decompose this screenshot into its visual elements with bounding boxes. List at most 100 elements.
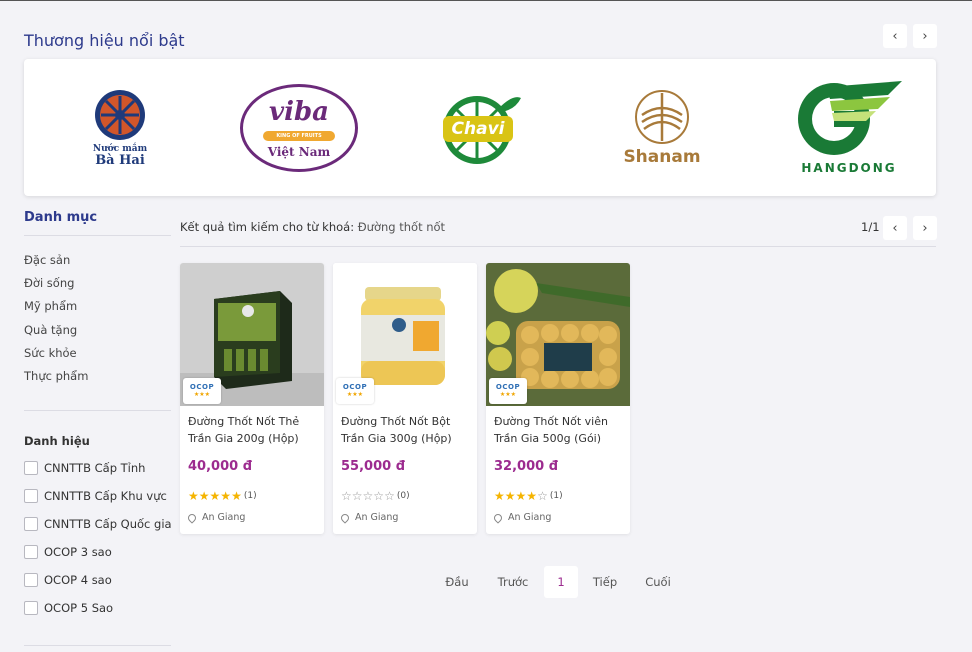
ocop-badge: OCOP ★★★ xyxy=(336,378,374,404)
results-prev-button[interactable]: ‹ xyxy=(883,216,907,240)
ba-hai-emblem-icon xyxy=(94,90,145,140)
divider xyxy=(24,645,171,646)
brand-logo-chavi[interactable]: Chavi xyxy=(436,59,526,196)
star-outline-icon: ☆ xyxy=(373,489,385,503)
ocop-badge: OCOP ★★★ xyxy=(183,378,221,404)
categories-title: Danh mục xyxy=(24,210,98,225)
star-outline-icon: ☆ xyxy=(341,489,352,503)
category-doi-song[interactable]: Đời sống xyxy=(24,276,74,290)
category-qua-tang[interactable]: Quà tặng xyxy=(24,323,77,337)
product-name[interactable]: Đường Thốt Nốt viên Trần Gia 500g (Gói) xyxy=(494,413,624,447)
product-price: 55,000 đ xyxy=(341,459,405,474)
location-pin-icon xyxy=(186,511,198,524)
filter-ocop-5-sao[interactable]: OCOP 5 Sao xyxy=(24,601,113,615)
star-outline-icon: ☆ xyxy=(362,489,374,503)
brand-viba-tagline: KING OF FRUITS xyxy=(263,130,335,141)
category-suc-khoe[interactable]: Sức khỏe xyxy=(24,346,77,360)
filter-label: OCOP 4 sao xyxy=(44,573,112,587)
product-name[interactable]: Đường Thốt Nốt Thẻ Trần Gia 200g (Hộp) xyxy=(188,413,318,447)
location-pin-icon xyxy=(492,511,504,524)
product-price: 40,000 đ xyxy=(188,459,252,474)
filter-label: OCOP 5 Sao xyxy=(44,601,114,615)
pager-next[interactable]: Tiếp xyxy=(586,566,624,598)
chevron-left-icon: ‹ xyxy=(892,220,898,236)
search-result-label: Kết quả tìm kiếm cho từ khoá: Đường thốt… xyxy=(180,220,445,234)
star-outline-icon: ☆ xyxy=(351,489,363,503)
star-icon: ★ xyxy=(188,489,199,503)
rating-count: (1) xyxy=(243,491,257,501)
checkbox[interactable] xyxy=(24,517,38,531)
brand-logo-ba-hai[interactable]: Nước mắm Bà Hai xyxy=(88,59,152,196)
rating-count: (1) xyxy=(549,491,563,501)
brand-hangdong-word: HANGDONG xyxy=(801,160,897,175)
product-name[interactable]: Đường Thốt Nốt Bột Trần Gia 300g (Hộp) xyxy=(341,413,471,447)
hangdong-emblem-icon xyxy=(798,80,902,155)
product-price: 32,000 đ xyxy=(494,459,558,474)
product-image[interactable]: OCOP ★★★ xyxy=(486,263,630,406)
category-thuc-pham[interactable]: Thực phẩm xyxy=(24,369,88,383)
brand-viba-word: viba xyxy=(268,96,329,127)
awards-filter-title: Danh hiệu xyxy=(24,434,90,448)
brands-carousel: Nước mắm Bà Hai viba KING OF FRUITS Việt… xyxy=(24,59,936,196)
star-icon: ★ xyxy=(231,489,242,503)
brand-logo-shanam[interactable]: Shanam xyxy=(614,59,710,196)
checkbox[interactable] xyxy=(24,573,38,587)
product-rating: ★ ★ ★ ★ ★ (1) xyxy=(188,489,257,503)
page-count: 1/1 xyxy=(861,220,880,234)
checkbox[interactable] xyxy=(24,461,38,475)
location-text: An Giang xyxy=(202,512,246,523)
product-location: An Giang xyxy=(492,511,552,524)
product-card[interactable]: OCOP ★★★ Đường Thốt Nốt Thẻ Trần Gia 200… xyxy=(180,263,324,534)
category-my-pham[interactable]: Mỹ phẩm xyxy=(24,299,77,313)
brand-chavi-word: Chavi xyxy=(443,115,513,142)
brands-next-button[interactable]: › xyxy=(913,24,937,48)
category-dac-san[interactable]: Đặc sản xyxy=(24,253,70,267)
filter-ocop-4-sao[interactable]: OCOP 4 sao xyxy=(24,573,112,587)
brand-logo-hangdong[interactable]: HANGDONG xyxy=(794,59,904,196)
brand-shanam-word: Shanam xyxy=(623,146,701,167)
star-icon: ★ xyxy=(220,489,232,503)
pager-last[interactable]: Cuối xyxy=(638,566,678,598)
product-image[interactable]: OCOP ★★★ xyxy=(180,263,324,406)
filter-label: CNNTTB Cấp Tỉnh xyxy=(44,461,146,475)
brand-ba-hai-line2: Bà Hai xyxy=(95,153,145,168)
product-location: An Giang xyxy=(339,511,398,524)
star-icon: ★ xyxy=(515,489,527,503)
divider xyxy=(24,235,171,236)
pager-prev[interactable]: Trước xyxy=(490,566,536,598)
checkbox[interactable] xyxy=(24,601,38,615)
chevron-left-icon: ‹ xyxy=(892,28,898,44)
star-icon: ★ xyxy=(504,489,516,503)
results-next-button[interactable]: › xyxy=(913,216,937,240)
filter-ocop-3-sao[interactable]: OCOP 3 sao xyxy=(24,545,112,559)
ocop-badge-stars: ★★★ xyxy=(499,391,517,398)
product-rating: ★ ★ ★ ★ ☆ (1) xyxy=(494,489,563,503)
filter-cnnttb-quoc-gia[interactable]: CNNTTB Cấp Quốc gia xyxy=(24,517,172,531)
product-location: An Giang xyxy=(186,511,246,524)
location-text: An Giang xyxy=(508,512,552,523)
chevron-right-icon: › xyxy=(922,28,928,44)
product-rating: ☆ ☆ ☆ ☆ ☆ (0) xyxy=(341,489,410,503)
divider xyxy=(180,246,936,247)
featured-brands-title: Thương hiệu nổi bật xyxy=(24,31,185,50)
filter-cnnttb-tinh[interactable]: CNNTTB Cấp Tỉnh xyxy=(24,461,145,475)
brands-prev-button[interactable]: ‹ xyxy=(883,24,907,48)
brand-logo-viba[interactable]: viba KING OF FRUITS Việt Nam xyxy=(239,59,359,196)
ocop-badge-text: OCOP xyxy=(342,383,368,391)
pager-current-page[interactable]: 1 xyxy=(544,566,578,598)
filter-label: CNNTTB Cấp Khu vực xyxy=(44,489,167,503)
divider xyxy=(24,410,171,411)
ocop-badge-text: OCOP xyxy=(189,383,215,391)
pager-first[interactable]: Đầu xyxy=(437,566,477,598)
filter-cnnttb-khu-vuc[interactable]: CNNTTB Cấp Khu vực xyxy=(24,489,167,503)
search-keyword: Đường thốt nốt xyxy=(357,220,446,234)
brand-viba-line3: Việt Nam xyxy=(267,144,331,159)
filter-label: CNNTTB Cấp Quốc gia xyxy=(44,517,172,531)
location-pin-icon xyxy=(339,511,351,524)
checkbox[interactable] xyxy=(24,545,38,559)
product-card[interactable]: OCOP ★★★ Đường Thốt Nốt viên Trần Gia 50… xyxy=(486,263,630,534)
product-card[interactable]: OCOP ★★★ Đường Thốt Nốt Bột Trần Gia 300… xyxy=(333,263,477,534)
checkbox[interactable] xyxy=(24,489,38,503)
product-image[interactable]: OCOP ★★★ xyxy=(333,263,477,406)
star-icon: ★ xyxy=(209,489,221,503)
